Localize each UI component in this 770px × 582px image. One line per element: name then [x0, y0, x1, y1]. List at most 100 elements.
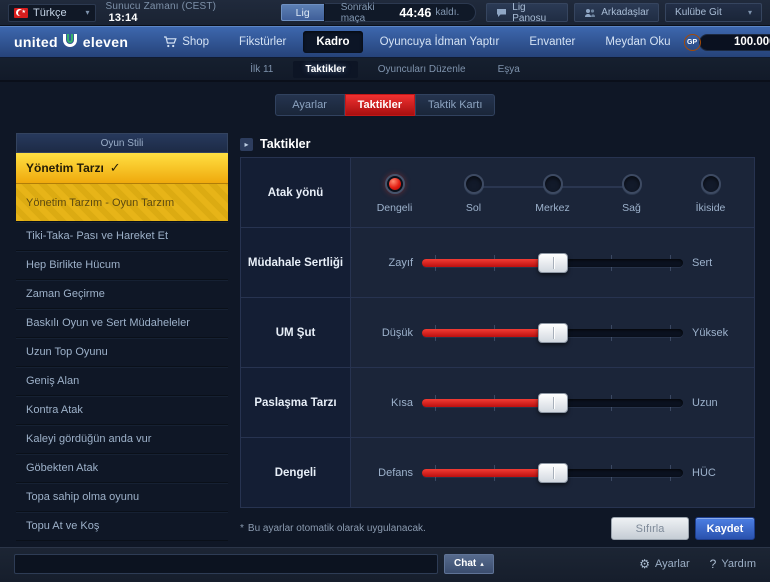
- league-board-button[interactable]: Lig Panosu: [486, 3, 568, 22]
- radio-option-left[interactable]: Sol: [436, 172, 512, 214]
- style-label: Topu At ve Koş: [26, 520, 99, 532]
- nav-items: Shop Fikstürler Kadro Oyuncuya İdman Yap…: [150, 31, 683, 53]
- slider-handle[interactable]: [538, 253, 568, 273]
- settings-link[interactable]: ⚙ Ayarlar: [639, 557, 689, 571]
- sidebar-item-counter-attack[interactable]: Kontra Atak: [16, 396, 228, 425]
- attack-direction-options: Dengeli Sol Merkez Sağ: [351, 158, 754, 227]
- sidebar-item-wide-play[interactable]: Geniş Alan: [16, 367, 228, 396]
- league-tab[interactable]: Lig: [281, 4, 324, 21]
- mentality-row: Dengeli Defans HÜC: [241, 438, 754, 508]
- cart-icon: [163, 36, 177, 48]
- tab-label: Taktik Kartı: [428, 99, 482, 111]
- slider-max-label: Uzun: [692, 397, 740, 409]
- collapse-arrow-icon[interactable]: ▸: [240, 138, 253, 151]
- sidebar-item-tiki-taka[interactable]: Tiki-Taka- Pası ve Hareket Et: [16, 222, 228, 251]
- slider-fill: [422, 329, 545, 337]
- tab-tactics[interactable]: Taktikler: [345, 94, 415, 116]
- radio-icon[interactable]: [543, 174, 563, 194]
- nav-item-train-player[interactable]: Oyuncuya İdman Yaptır: [367, 31, 513, 53]
- top-utility-bar: ★ Türkçe ▾ Sunucu Zamanı (CEST) 13:14 Li…: [0, 0, 770, 26]
- speech-bubble-icon: [496, 8, 507, 18]
- radio-selected-icon[interactable]: [385, 174, 405, 194]
- mentality-slider[interactable]: [422, 462, 683, 484]
- slider-min-label: Düşük: [365, 327, 413, 339]
- chat-input[interactable]: [14, 554, 438, 574]
- row-label: Dengeli: [241, 438, 351, 507]
- sidebar-item-kick-and-rush[interactable]: Topu At ve Koş: [16, 512, 228, 541]
- radio-label: Merkez: [535, 202, 569, 214]
- subnav-items[interactable]: Eşya: [486, 61, 532, 78]
- subnav-tactics[interactable]: Taktikler: [293, 61, 357, 78]
- chevron-up-icon: ▴: [480, 560, 484, 568]
- go-to-club-dropdown[interactable]: Kulübe Git ▾: [665, 3, 762, 22]
- subnav-label: Eşya: [498, 64, 520, 75]
- subnav-edit-players[interactable]: Oyuncuları Düzenle: [366, 61, 478, 78]
- united-eleven-logo[interactable]: united eleven: [14, 34, 128, 51]
- slider-handle[interactable]: [538, 393, 568, 413]
- server-time-label: Sunucu Zamanı (CEST): [106, 1, 217, 12]
- radio-option-right[interactable]: Sağ: [594, 172, 670, 214]
- server-time-value: 13:14: [109, 12, 138, 24]
- chat-button-label: Chat: [454, 558, 476, 569]
- friends-label: Arkadaşlar: [601, 7, 649, 18]
- radio-option-both[interactable]: İkiside: [673, 172, 749, 214]
- countdown-time: 44:46: [399, 6, 431, 20]
- slider-fill: [422, 469, 545, 477]
- style-label: Zaman Geçirme: [26, 288, 105, 300]
- style-label: Tiki-Taka- Pası ve Hareket Et: [26, 230, 168, 242]
- sidebar-item-selected[interactable]: Yönetim Tarzı ✓: [16, 153, 228, 184]
- nav-item-challenge[interactable]: Meydan Oku: [592, 31, 683, 53]
- slider-handle[interactable]: [538, 463, 568, 483]
- style-label: Hep Birlikte Hücum: [26, 259, 120, 271]
- subnav-first-eleven[interactable]: İlk 11: [238, 61, 285, 78]
- style-label: Kaleyi gördüğün anda vur: [26, 433, 151, 445]
- radio-icon[interactable]: [464, 174, 484, 194]
- sidebar-item-time-wasting[interactable]: Zaman Geçirme: [16, 280, 228, 309]
- sidebar-item-long-ball[interactable]: Uzun Top Oyunu: [16, 338, 228, 367]
- style-label: Uzun Top Oyunu: [26, 346, 108, 358]
- sidebar-item-pressing[interactable]: Baskılı Oyun ve Sert Müdaheleler: [16, 309, 228, 338]
- radio-label: Sol: [466, 202, 481, 214]
- help-link[interactable]: ? Yardım: [710, 557, 756, 571]
- nav-item-label: Shop: [182, 36, 209, 48]
- sidebar-item-central-attack[interactable]: Göbekten Atak: [16, 454, 228, 483]
- gp-coin-icon: GP: [684, 34, 701, 51]
- passing-style-row: Paslaşma Tarzı Kısa Uzun: [241, 368, 754, 438]
- radio-icon[interactable]: [622, 174, 642, 194]
- nav-item-label: Fikstürler: [239, 36, 286, 48]
- league-board-label: Lig Panosu: [512, 2, 558, 24]
- long-shot-row: UM Şut Düşük Yüksek: [241, 298, 754, 368]
- chat-button[interactable]: Chat ▴: [444, 554, 494, 574]
- style-label: Baskılı Oyun ve Sert Müdaheleler: [26, 317, 190, 329]
- sidebar-item-sub-selected[interactable]: Yönetim Tarzım - Oyun Tarzım: [16, 184, 228, 222]
- footnote-text: Bu ayarlar otomatik olarak uygulanacak.: [248, 523, 426, 534]
- sidebar-header: Oyun Stili: [16, 133, 228, 153]
- tackle-hardness-slider[interactable]: [422, 252, 683, 274]
- tab-settings[interactable]: Ayarlar: [275, 94, 345, 116]
- radio-icon[interactable]: [701, 174, 721, 194]
- save-button[interactable]: Kaydet: [695, 517, 755, 540]
- nav-item-shop[interactable]: Shop: [150, 31, 222, 53]
- long-shot-slider[interactable]: [422, 322, 683, 344]
- slider-max-label: HÜC: [692, 467, 740, 479]
- tab-tactic-card[interactable]: Taktik Kartı: [415, 94, 495, 116]
- settings-label: Ayarlar: [655, 558, 690, 570]
- sidebar-item-possession[interactable]: Topa sahip olma oyunu: [16, 483, 228, 512]
- radio-option-center[interactable]: Merkez: [515, 172, 591, 214]
- language-selector[interactable]: ★ Türkçe ▾: [8, 4, 96, 22]
- passing-style-slider[interactable]: [422, 392, 683, 414]
- style-label: Geniş Alan: [26, 375, 79, 387]
- gp-balance: 100.000: [699, 34, 770, 51]
- sub-selected-label: Yönetim Tarzım - Oyun Tarzım: [26, 197, 174, 209]
- radio-option-balanced[interactable]: Dengeli: [357, 172, 433, 214]
- nav-item-squad[interactable]: Kadro: [303, 31, 362, 53]
- sidebar-item-shoot-on-sight[interactable]: Kaleyi gördüğün anda vur: [16, 425, 228, 454]
- nav-item-inventory[interactable]: Envanter: [516, 31, 588, 53]
- sidebar-item-all-out-attack[interactable]: Hep Birlikte Hücum: [16, 251, 228, 280]
- reset-button[interactable]: Sıfırla: [611, 517, 689, 540]
- slider-area: Kısa Uzun: [351, 368, 754, 437]
- go-to-club-label: Kulübe Git: [675, 7, 722, 18]
- nav-item-fixtures[interactable]: Fikstürler: [226, 31, 299, 53]
- slider-handle[interactable]: [538, 323, 568, 343]
- friends-button[interactable]: Arkadaşlar: [574, 3, 659, 22]
